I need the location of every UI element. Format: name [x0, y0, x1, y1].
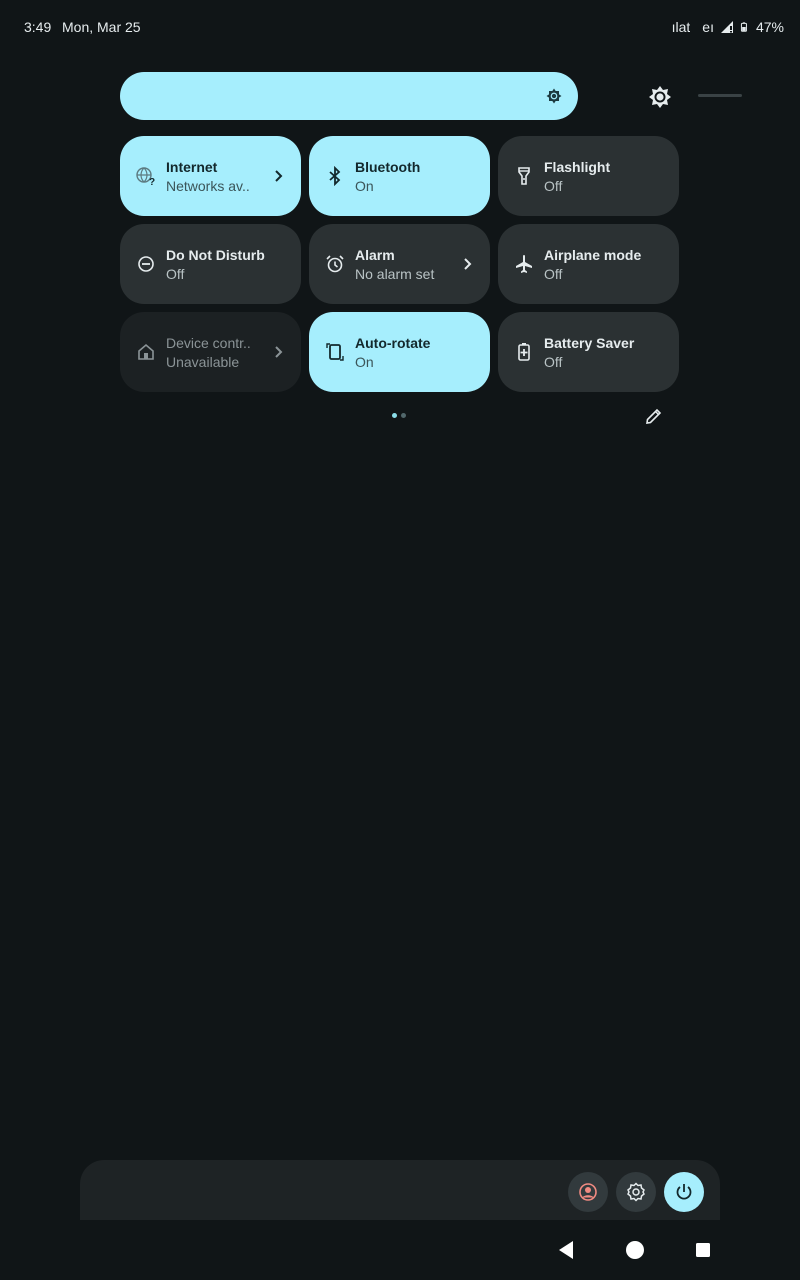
power-icon — [676, 1184, 692, 1200]
tile-label: Device contr.. — [166, 335, 251, 351]
tile-label: Alarm — [355, 247, 395, 263]
status-bar: 3:49 Mon, Mar 25 ılat eı 47% — [0, 0, 800, 56]
page-dot — [401, 413, 406, 418]
tile-battery-saver[interactable]: Battery Saver Off — [498, 312, 679, 392]
tile-flashlight[interactable]: Flashlight Off — [498, 136, 679, 216]
battery-icon — [740, 22, 747, 32]
tile-device-controls[interactable]: Device contr.. Unavailable — [120, 312, 301, 392]
tile-label: Bluetooth — [355, 159, 421, 175]
auto-rotate-icon — [326, 343, 344, 361]
tile-state: Off — [544, 178, 563, 194]
tile-state: Off — [166, 266, 185, 282]
svg-text:?: ? — [149, 177, 155, 186]
settings-icon — [627, 1182, 645, 1202]
alarm-icon — [326, 255, 344, 273]
status-icons: ılat eı 47% — [672, 19, 784, 35]
carrier-text: ılat — [671, 19, 691, 35]
battery-percent: 47% — [755, 19, 784, 35]
page-indicator — [392, 413, 406, 419]
battery-saver-icon — [518, 343, 530, 361]
navigation-bar — [0, 1220, 800, 1280]
tile-auto-rotate[interactable]: Auto-rotate On — [309, 312, 490, 392]
auto-brightness-icon[interactable] — [648, 85, 672, 109]
chevron-right-icon — [275, 346, 283, 358]
tile-label: Internet — [166, 159, 218, 175]
tile-state: Off — [544, 266, 563, 282]
bluetooth-icon — [329, 166, 341, 186]
tile-internet[interactable]: ? Internet Networks av.. — [120, 136, 301, 216]
quick-settings-footer — [80, 1160, 720, 1220]
brightness-icon — [546, 88, 562, 104]
tile-state: Off — [544, 354, 563, 370]
tile-state: No alarm set — [355, 266, 435, 282]
home-nav-icon[interactable] — [623, 1238, 647, 1262]
back-icon[interactable] — [555, 1238, 579, 1262]
power-button[interactable] — [664, 1172, 704, 1212]
cell-signal-icon — [720, 21, 733, 33]
page-dot-active — [392, 413, 397, 418]
brightness-fill[interactable] — [120, 72, 578, 120]
tile-label: Auto-rotate — [355, 335, 431, 351]
tile-label: Flashlight — [544, 159, 611, 175]
status-time: 3:49 — [24, 19, 52, 35]
chevron-right-icon — [464, 258, 472, 270]
brightness-slider[interactable] — [120, 72, 742, 120]
settings-button[interactable] — [616, 1172, 656, 1212]
tile-label: Do Not Disturb — [166, 247, 265, 263]
wifi-question-icon: ? — [136, 167, 155, 186]
tile-state: Networks av.. — [166, 178, 250, 194]
tile-bluetooth[interactable]: Bluetooth On — [309, 136, 490, 216]
flashlight-icon — [518, 167, 530, 185]
recents-icon[interactable] — [691, 1238, 715, 1262]
edit-pencil-icon[interactable] — [644, 406, 664, 426]
user-switcher-button[interactable] — [568, 1172, 608, 1212]
tile-do-not-disturb[interactable]: Do Not Disturb Off — [120, 224, 301, 304]
home-icon — [138, 343, 154, 360]
user-icon — [579, 1183, 597, 1201]
carrier-text-2: eı — [702, 19, 714, 35]
chevron-right-icon — [275, 170, 283, 182]
tile-airplane-mode[interactable]: Airplane mode Off — [498, 224, 679, 304]
tile-state: Unavailable — [166, 354, 240, 370]
tile-state: On — [355, 354, 374, 370]
tile-state: On — [355, 178, 374, 194]
tile-label: Battery Saver — [544, 335, 635, 351]
status-date: Mon, Mar 25 — [62, 19, 141, 35]
airplane-icon — [516, 255, 532, 273]
do-not-disturb-icon — [138, 256, 154, 272]
tile-alarm[interactable]: Alarm No alarm set — [309, 224, 490, 304]
tile-label: Airplane mode — [544, 247, 642, 263]
